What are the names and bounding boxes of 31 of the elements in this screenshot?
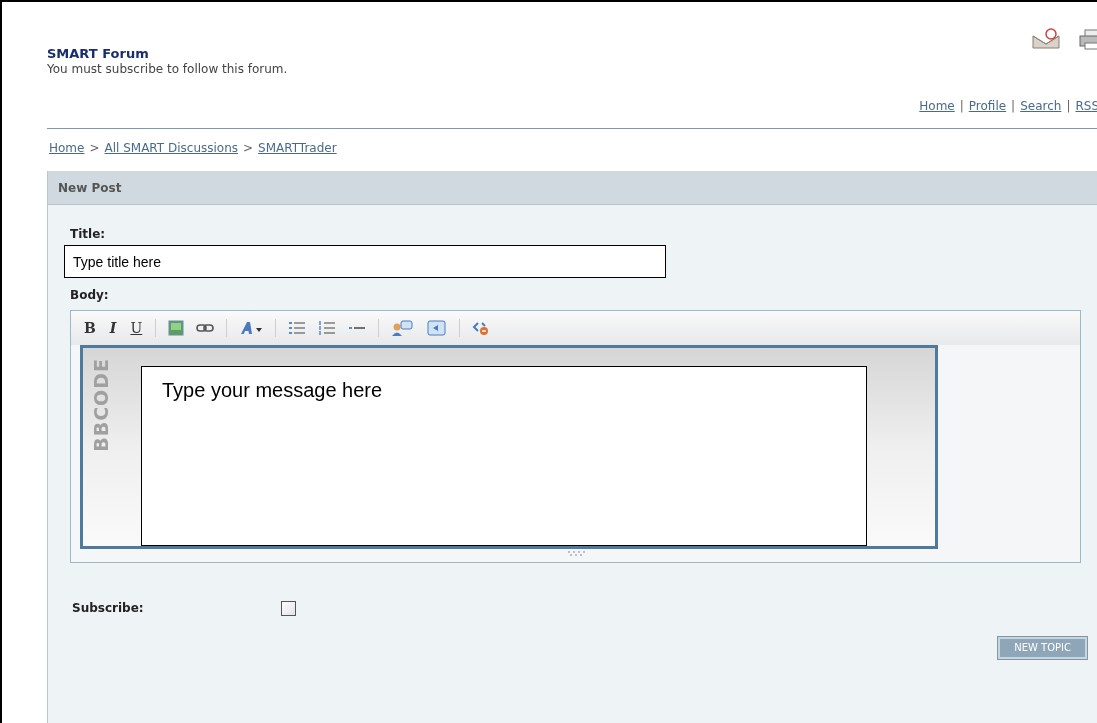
user-quote-icon[interactable]	[391, 320, 414, 336]
panel-title: New Post	[58, 179, 122, 197]
separator: |	[959, 98, 964, 115]
breadcrumb-link[interactable]: Home	[49, 139, 85, 157]
envelope-icon[interactable]	[1031, 28, 1061, 50]
image-icon[interactable]	[168, 320, 185, 336]
separator: |	[1066, 98, 1071, 115]
bold-button[interactable]: B	[83, 317, 97, 339]
breadcrumb-link[interactable]: SMARTTrader	[258, 139, 337, 157]
bbcode-label: BBCODE	[91, 358, 111, 452]
subscribe-notice: You must subscribe to follow this forum.	[47, 62, 288, 77]
title-field[interactable]: Type title here	[64, 245, 666, 278]
font-dropdown-icon[interactable]	[239, 320, 264, 336]
forum-title: SMART Forum	[47, 46, 150, 62]
nav-link[interactable]: Profile	[968, 97, 1007, 115]
title-label: Title:	[70, 226, 107, 243]
italic-button[interactable]: I	[108, 317, 118, 339]
body-label: Body:	[70, 287, 110, 304]
subscribe-label: Subscribe:	[72, 600, 145, 617]
numbered-list-icon[interactable]	[318, 320, 337, 336]
underline-button[interactable]: U	[129, 317, 144, 339]
resize-grip-icon[interactable]	[565, 550, 586, 556]
separator: >	[89, 140, 100, 157]
separator: >	[243, 140, 254, 157]
nav-link[interactable]: Home	[919, 97, 955, 115]
message-field[interactable]: Type your message here	[141, 366, 867, 546]
breadcrumb-link[interactable]: All SMART Discussions	[104, 139, 239, 157]
bulleted-list-icon[interactable]	[288, 320, 307, 336]
separator: |	[1011, 98, 1016, 115]
nav-link[interactable]: Search	[1020, 97, 1062, 115]
subscribe-checkbox[interactable]	[281, 600, 296, 616]
